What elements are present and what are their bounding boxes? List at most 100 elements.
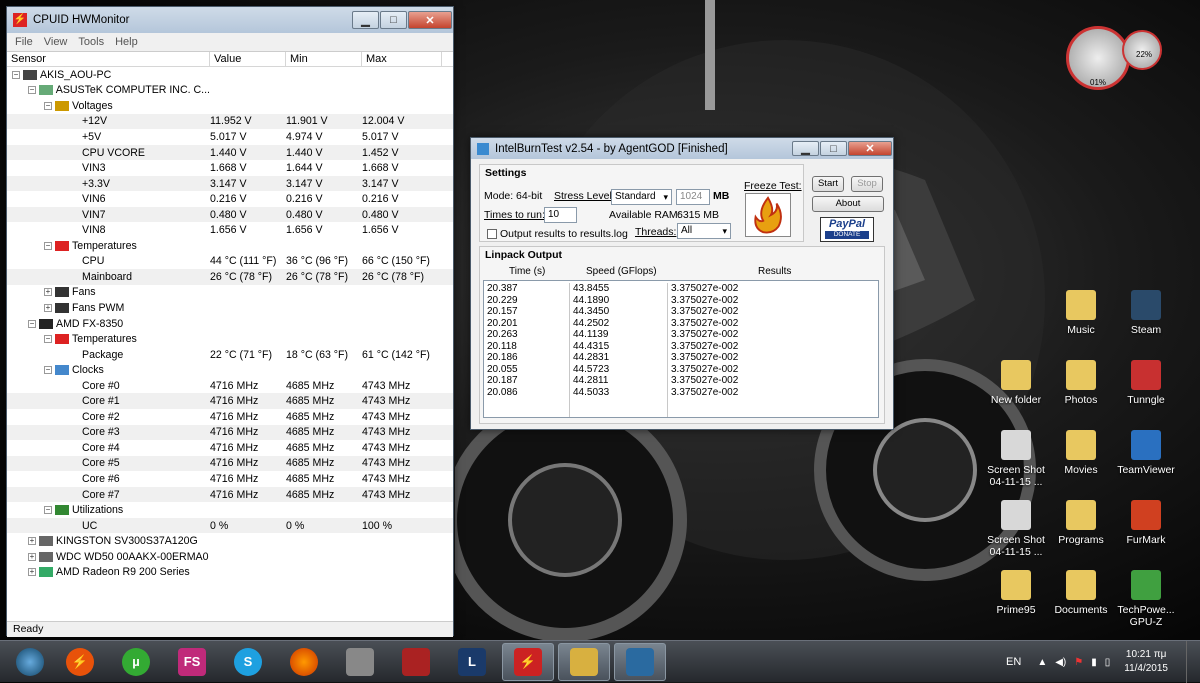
network-icon[interactable]: ▮	[1091, 657, 1097, 668]
desktop-icon[interactable]: New folder	[983, 360, 1049, 406]
about-button[interactable]: About	[812, 196, 884, 212]
sensor-row[interactable]: + Fans PWM	[7, 300, 453, 316]
gpu-tweak-app-button[interactable]	[390, 643, 442, 681]
stress-level-select[interactable]: Standard	[611, 189, 672, 205]
sensor-row[interactable]: + Fans	[7, 285, 453, 301]
action-center-icon[interactable]: ⚑	[1074, 657, 1083, 668]
linpack-output-table[interactable]: 20.387 20.229 20.157 20.201 20.263 20.118 20.1…	[483, 280, 879, 418]
sensor-row[interactable]: Package 22 °C (71 °F) 18 °C (63 °F) 61 °C (…	[7, 347, 453, 363]
firefox-app-button[interactable]	[278, 643, 330, 681]
collapse-toggle[interactable]: −	[44, 335, 52, 344]
desktop-icon[interactable]: TechPowe... GPU-Z	[1113, 570, 1179, 628]
ibt-maximize-button[interactable]: □	[820, 141, 847, 156]
col-value[interactable]: Value	[210, 52, 286, 66]
explorer-app-button[interactable]	[558, 642, 610, 681]
collapse-toggle[interactable]: −	[44, 241, 52, 250]
expand-toggle[interactable]: +	[28, 552, 36, 561]
desktop-icon[interactable]: FurMark	[1113, 500, 1179, 546]
sensor-row[interactable]: Core #3 4716 MHz 4685 MHz 4743 MHz	[7, 424, 453, 441]
sensor-row[interactable]: Core #1 4716 MHz 4685 MHz 4743 MHz	[7, 393, 453, 410]
collapse-toggle[interactable]: −	[44, 366, 52, 375]
collapse-toggle[interactable]: −	[44, 506, 52, 515]
sensor-row[interactable]: CPU 44 °C (111 °F) 36 °C (96 °F) 66 °C (150…	[7, 254, 453, 270]
sensor-row[interactable]: VIN8 1.656 V 1.656 V 1.656 V	[7, 222, 453, 238]
collapse-toggle[interactable]: −	[12, 70, 20, 79]
ibt-close-button[interactable]: ✕	[848, 141, 892, 156]
sensor-row[interactable]: − Temperatures	[7, 331, 453, 347]
sensor-row[interactable]: VIN3 1.668 V 1.644 V 1.668 V	[7, 160, 453, 176]
collapse-toggle[interactable]: −	[44, 101, 52, 110]
volume-icon[interactable]: ◀)	[1055, 657, 1066, 668]
desktop-icon[interactable]: Prime95	[983, 570, 1049, 616]
times-field[interactable]: 10	[544, 207, 577, 223]
cpu-meter-gadget[interactable]: 01% 22%	[1066, 26, 1162, 96]
hwmonitor-window[interactable]: ⚡ CPUID HWMonitor ▁ □ ✕ File View Tools …	[6, 6, 454, 637]
desktop-icon[interactable]: Music	[1048, 290, 1114, 336]
sensor-row[interactable]: Core #6 4716 MHz 4685 MHz 4743 MHz	[7, 471, 453, 487]
expand-toggle[interactable]: +	[28, 568, 36, 577]
start-orb-button[interactable]	[10, 643, 50, 681]
league-app-button[interactable]: L	[446, 643, 498, 681]
ibt-titlebar[interactable]: IntelBurnTest v2.54 - by AgentGOD [Finis…	[471, 138, 893, 159]
expand-toggle[interactable]: +	[28, 537, 36, 546]
sensor-row[interactable]: − Temperatures	[7, 238, 453, 254]
col-max[interactable]: Max	[362, 52, 442, 66]
sensor-row[interactable]: +3.3V 3.147 V 3.147 V 3.147 V	[7, 175, 453, 192]
sensor-row[interactable]: Core #5 4716 MHz 4685 MHz 4743 MHz	[7, 455, 453, 472]
output-checkbox[interactable]	[487, 229, 497, 239]
sensor-row[interactable]: VIN7 0.480 V 0.480 V 0.480 V	[7, 206, 453, 223]
show-hidden-icon[interactable]: ▲	[1037, 657, 1047, 668]
desktop-icon[interactable]: Screen Shot 04-11-15 ...	[983, 430, 1049, 488]
power-icon[interactable]: ▯	[1105, 657, 1111, 668]
desktop-icon[interactable]: Tunngle	[1113, 360, 1179, 406]
threads-select[interactable]: All	[677, 223, 731, 239]
sensor-row[interactable]: Core #4 4716 MHz 4685 MHz 4743 MHz	[7, 440, 453, 456]
sensor-row[interactable]: Core #7 4716 MHz 4685 MHz 4743 MHz	[7, 486, 453, 503]
intelburntest-app-button[interactable]	[614, 642, 666, 681]
sensor-row[interactable]: − Utilizations	[7, 502, 453, 518]
menu-file[interactable]: File	[15, 36, 33, 48]
start-button[interactable]: Start	[812, 176, 844, 192]
desktop-icon[interactable]: Programs	[1048, 500, 1114, 546]
stop-button[interactable]: Stop	[851, 176, 883, 192]
sensor-row[interactable]: + AMD Radeon R9 200 Series	[7, 565, 453, 581]
intelburntest-window[interactable]: IntelBurnTest v2.54 - by AgentGOD [Finis…	[470, 137, 894, 430]
hwmonitor-app-button[interactable]: ⚡	[502, 642, 554, 681]
flame-icon[interactable]	[745, 193, 791, 237]
close-button[interactable]: ✕	[408, 11, 452, 29]
sensor-row[interactable]: Core #2 4716 MHz 4685 MHz 4743 MHz	[7, 409, 453, 425]
desktop-icon[interactable]: TeamViewer	[1113, 430, 1179, 476]
sensor-row[interactable]: − Voltages	[7, 98, 453, 114]
menu-tools[interactable]: Tools	[78, 36, 104, 48]
expand-toggle[interactable]: +	[44, 288, 52, 297]
collapse-toggle[interactable]: −	[28, 86, 36, 95]
cpuid-app-button[interactable]: ⚡	[54, 643, 106, 681]
sensor-row[interactable]: − AMD FX-8350	[7, 316, 453, 332]
hwmonitor-titlebar[interactable]: ⚡ CPUID HWMonitor ▁ □ ✕	[7, 7, 453, 33]
sensor-row[interactable]: VIN6 0.216 V 0.216 V 0.216 V	[7, 191, 453, 207]
desktop-icon[interactable]: Steam	[1113, 290, 1179, 336]
desktop-icon[interactable]: Screen Shot 04-11-15 ...	[983, 500, 1049, 558]
sensor-row[interactable]: − Clocks	[7, 362, 453, 378]
menu-view[interactable]: View	[44, 36, 68, 48]
expand-toggle[interactable]: +	[44, 303, 52, 312]
collapse-toggle[interactable]: −	[28, 319, 36, 328]
minimize-button[interactable]: ▁	[352, 11, 379, 29]
utorrent-app-button[interactable]: µ	[110, 643, 162, 681]
show-desktop-button[interactable]	[1186, 641, 1200, 683]
sensor-row[interactable]: + KINGSTON SV300S37A120G	[7, 533, 453, 549]
clock[interactable]: 10:21 πμ 11/4/2015	[1124, 648, 1168, 676]
sensor-row[interactable]: + WDC WD50 00AAKX-00ERMA0	[7, 549, 453, 565]
desktop-icon[interactable]: Movies	[1048, 430, 1114, 476]
desktop-icon[interactable]: Photos	[1048, 360, 1114, 406]
sensor-tree[interactable]: − AKIS_AOU-PC − ASUSTeK COMPUTER INC. C... −…	[7, 67, 453, 621]
sensor-row[interactable]: − AKIS_AOU-PC	[7, 67, 453, 83]
sensor-row[interactable]: UC 0 % 0 % 100 %	[7, 517, 453, 534]
sensor-row[interactable]: CPU VCORE 1.440 V 1.440 V 1.452 V	[7, 144, 453, 161]
app-6-button[interactable]	[334, 643, 386, 681]
ibt-minimize-button[interactable]: ▁	[792, 141, 819, 156]
sensor-row[interactable]: − ASUSTeK COMPUTER INC. C...	[7, 83, 453, 99]
sensor-row[interactable]: +5V 5.017 V 4.974 V 5.017 V	[7, 129, 453, 145]
language-indicator[interactable]: EN	[1006, 656, 1021, 668]
sensor-row[interactable]: Mainboard 26 °C (78 °F) 26 °C (78 °F) 26 °C…	[7, 269, 453, 285]
